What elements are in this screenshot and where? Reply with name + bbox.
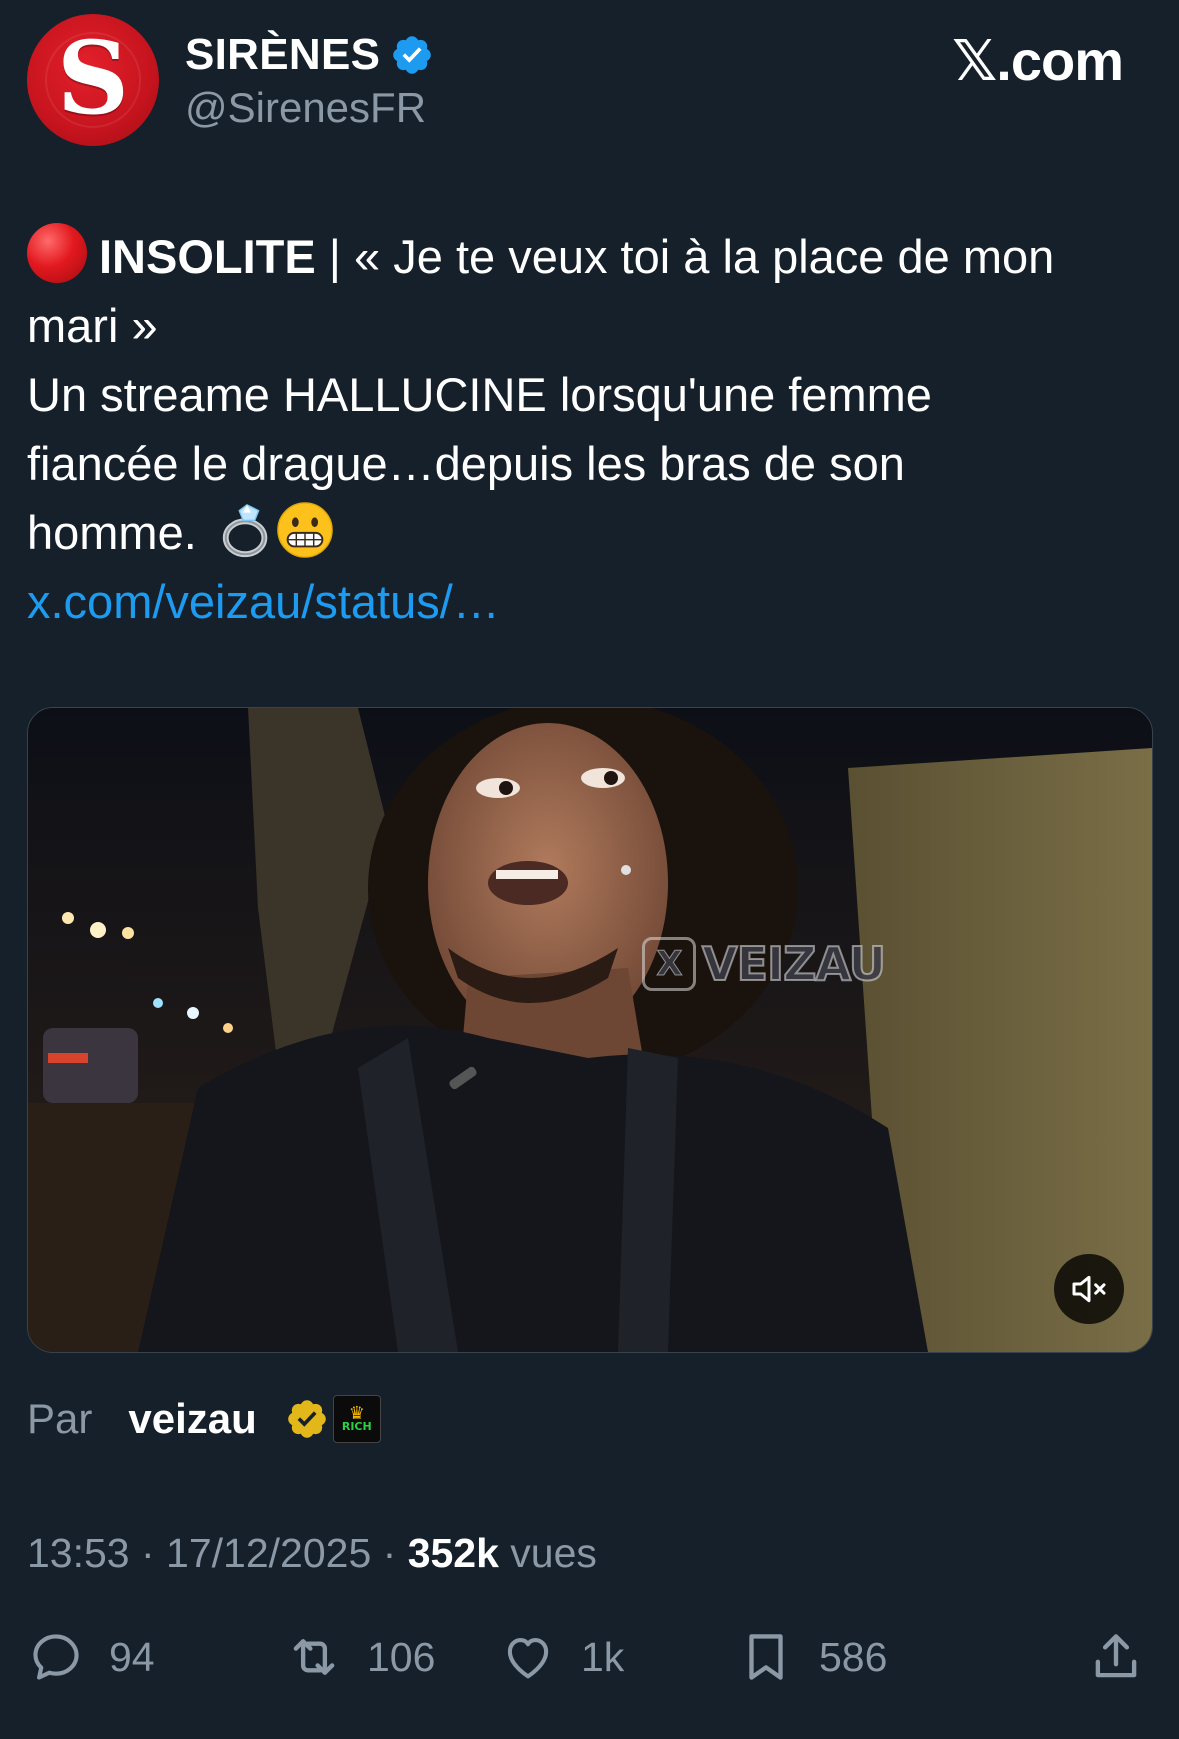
- avatar-ring: [45, 32, 141, 128]
- heart-icon: [507, 1638, 549, 1679]
- handle[interactable]: @SirenesFR: [185, 84, 426, 132]
- video-frame: [28, 708, 1152, 1352]
- tweet-link[interactable]: x.com/veizau/status/…: [27, 567, 1152, 636]
- tweet-tag: INSOLITE: [99, 230, 316, 283]
- share-icon: [1095, 1634, 1137, 1678]
- rich-badge-text: RICH: [341, 1420, 372, 1433]
- watermark-text: VEIZAU: [701, 936, 887, 992]
- crown-icon: ♛: [348, 1403, 365, 1423]
- mute-button[interactable]: [1054, 1254, 1124, 1324]
- avatar[interactable]: S: [27, 14, 159, 146]
- tweet-text: INSOLITE | « Je te veux toi à la place d…: [27, 222, 1152, 636]
- red-circle-icon: [27, 223, 87, 283]
- tweet-time[interactable]: 13:53: [27, 1530, 130, 1576]
- display-name[interactable]: SIRÈNES: [185, 30, 380, 80]
- tweet-line-4: fiancée le drague…depuis les bras de son: [27, 437, 905, 490]
- views-label: vues: [498, 1530, 597, 1576]
- repost-button[interactable]: 106: [285, 1628, 435, 1686]
- tweet-actions: 94 106 1k 586: [27, 1628, 1157, 1692]
- bookmark-icon: [749, 1634, 783, 1680]
- tweet-line-3: Un streame HALLUCINE lorsqu'une femme: [27, 368, 932, 421]
- ring-icon: [222, 504, 268, 558]
- attribution-author[interactable]: veizau: [128, 1395, 256, 1443]
- tweet-date[interactable]: 17/12/2025: [166, 1530, 371, 1576]
- muted-speaker-icon: [1072, 1275, 1106, 1303]
- repost-count: 106: [367, 1633, 436, 1680]
- tweet-line-1-text: | « Je te veux toi à la place de mon: [315, 230, 1055, 283]
- reply-icon: [33, 1634, 79, 1680]
- share-button[interactable]: [1087, 1628, 1145, 1686]
- video-player[interactable]: X VEIZAU: [27, 707, 1153, 1353]
- verified-badge-icon: [393, 36, 432, 74]
- tweet-line-5: homme.: [27, 498, 1152, 567]
- video-attribution: Par veizau ♛ RICH: [27, 1395, 381, 1443]
- grimacing-face-icon: [277, 502, 333, 558]
- tweet-line-5-text: homme.: [27, 506, 197, 559]
- like-button[interactable]: 1k: [499, 1628, 624, 1686]
- meta-separator-2: ·: [371, 1530, 408, 1576]
- like-count: 1k: [581, 1633, 625, 1680]
- repost-icon: [293, 1639, 335, 1675]
- reply-button[interactable]: 94: [27, 1628, 155, 1686]
- x-brand-logo: 𝕏.com: [952, 29, 1124, 92]
- bookmark-button[interactable]: 586: [737, 1628, 887, 1686]
- video-watermark: X VEIZAU: [642, 936, 887, 992]
- display-name-row[interactable]: SIRÈNES: [185, 30, 434, 80]
- tweet-line-1: INSOLITE | « Je te veux toi à la place d…: [27, 222, 1152, 291]
- gold-verified-badge-icon: [287, 1400, 326, 1438]
- reply-count: 94: [109, 1633, 155, 1680]
- meta-separator-1: ·: [129, 1530, 167, 1576]
- rich-affiliate-badge: ♛ RICH: [332, 1395, 381, 1443]
- x-logo-icon: X: [642, 937, 696, 991]
- attribution-prefix: Par: [27, 1395, 93, 1442]
- tweet-meta: 13:53 · 17/12/2025 · 352k vues: [27, 1530, 597, 1577]
- tweet-line-2: mari »: [27, 299, 158, 352]
- bookmark-count: 586: [819, 1633, 888, 1680]
- views-count: 352k: [407, 1530, 499, 1576]
